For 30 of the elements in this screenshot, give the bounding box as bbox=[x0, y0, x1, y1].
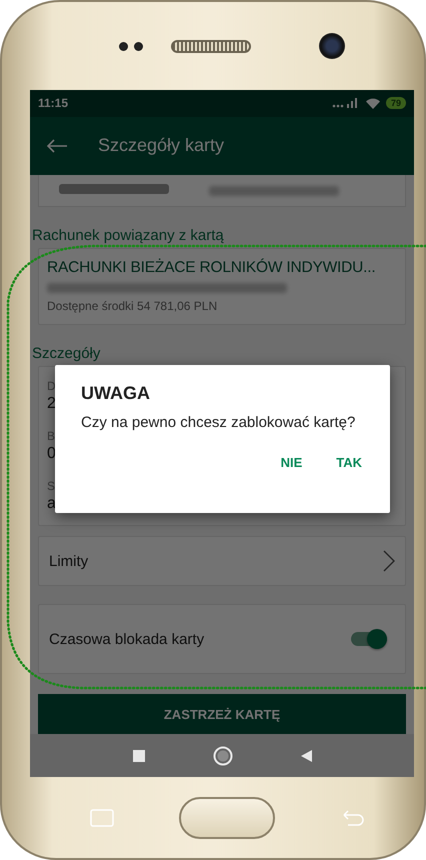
toggle-switch[interactable] bbox=[351, 632, 387, 646]
account-name: RACHUNKI BIEŻACE ROLNIKÓW INDYWIDU... bbox=[47, 259, 376, 278]
square-icon[interactable] bbox=[132, 750, 144, 762]
block-card-button[interactable]: ZASTRZEŻ KARTĘ bbox=[38, 694, 406, 734]
account-card[interactable]: RACHUNKI BIEŻACE ROLNIKÓW INDYWIDU... Dostępne środki 54 781,06 PLN bbox=[38, 248, 406, 326]
signal-icon bbox=[332, 98, 360, 108]
row-label: Czasowa blokada karty bbox=[49, 630, 204, 648]
back-triangle-icon[interactable] bbox=[300, 750, 312, 762]
wifi-icon bbox=[366, 98, 380, 109]
field-value: 2 bbox=[47, 395, 56, 414]
chevron-right-icon bbox=[383, 550, 395, 572]
field-value: a bbox=[47, 495, 56, 514]
dialog-message: Czy na pewno chcesz zablokować kartę? bbox=[81, 414, 356, 432]
dialog-button[interactable]: TAK bbox=[328, 449, 370, 476]
section-heading: Rachunek powiązany z kartą bbox=[32, 227, 225, 244]
camera-icon bbox=[319, 33, 345, 59]
dialog-title: UWAGA bbox=[81, 383, 151, 404]
home-circle-icon[interactable] bbox=[212, 746, 232, 766]
section-heading: Szczegóły bbox=[32, 345, 102, 362]
sensor-icon bbox=[119, 42, 143, 50]
screen-title: Szczegóły karty bbox=[98, 135, 224, 156]
limits-row[interactable]: Limity bbox=[38, 536, 406, 586]
status-time: 11:15 bbox=[38, 96, 68, 110]
field-value: 0 bbox=[47, 445, 56, 464]
back-arrow-icon[interactable] bbox=[46, 138, 68, 153]
row-label: Limity bbox=[49, 552, 88, 570]
battery-icon: 79 bbox=[386, 97, 406, 110]
dialog-button[interactable]: NIE bbox=[272, 449, 310, 476]
home-button[interactable] bbox=[179, 796, 275, 838]
available-funds: Dostępne środki 54 781,06 PLN bbox=[47, 299, 218, 314]
